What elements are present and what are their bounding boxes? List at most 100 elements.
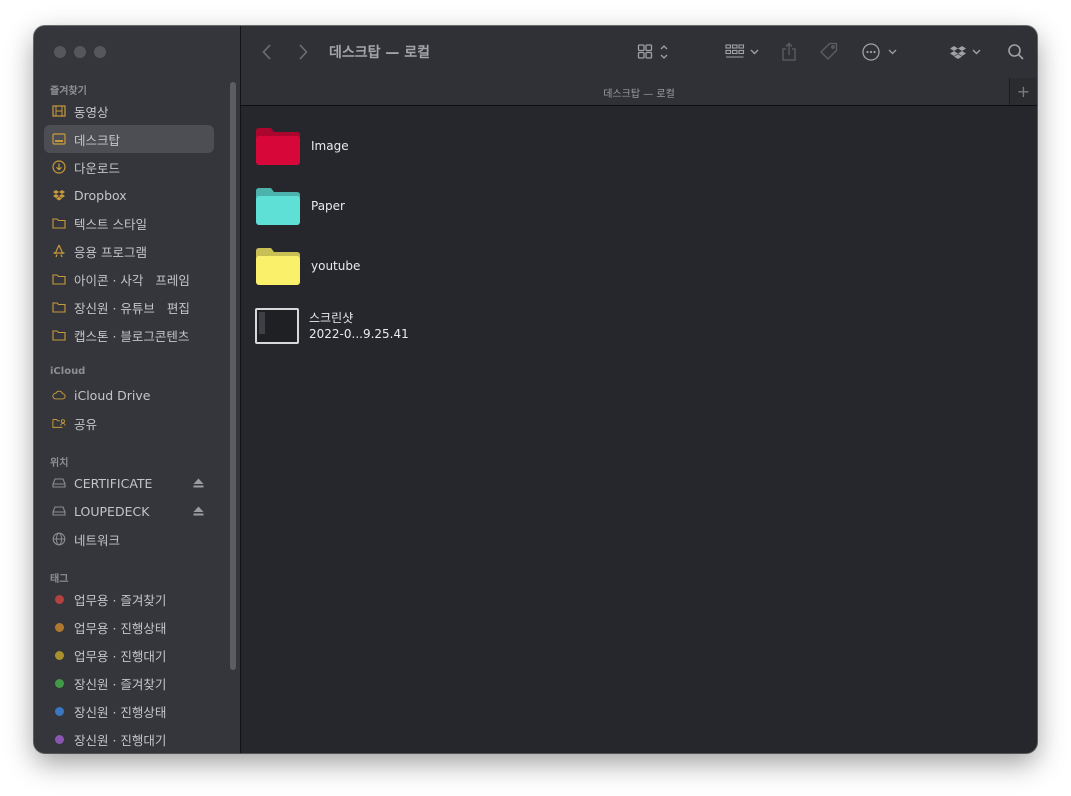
eject-icon[interactable] (193, 476, 204, 491)
section-header-icloud: iCloud (50, 366, 86, 377)
tag-color-dot (52, 676, 66, 690)
search-icon (1008, 44, 1024, 60)
sidebar-item-label: 아이콘 · 사각 프레임 (74, 272, 190, 288)
search-button[interactable] (1007, 40, 1025, 64)
eject-icon[interactable] (193, 504, 204, 519)
sidebar-item-label: 공유 (74, 416, 98, 432)
tag-dot (54, 594, 64, 604)
view-mode-button[interactable] (637, 40, 673, 64)
tag-button[interactable] (819, 40, 839, 64)
sidebar-item-label: 업무용 · 진행대기 (74, 648, 167, 664)
drive-icon (52, 476, 66, 490)
sidebar-item-applications[interactable]: 응용 프로그램 (44, 237, 214, 265)
close-window-button[interactable] (54, 46, 66, 58)
sidebar-item-youtube-edit[interactable]: 장신원 · 유튜브 편집 (44, 293, 214, 321)
group-button[interactable] (725, 40, 763, 64)
tab-title[interactable]: 데스크탑 — 로컬 (241, 85, 1037, 100)
sidebar-tag-item[interactable]: 장신원 · 즐겨찾기 (44, 669, 214, 697)
sidebar-item-label: 텍스트 스타일 (74, 216, 147, 232)
sidebar-tag-item[interactable]: 업무용 · 진행대기 (44, 641, 214, 669)
sidebar-item-label: 데스크탑 (74, 132, 121, 148)
section-header-locations: 위치 (50, 458, 69, 469)
chevron-right-icon (299, 44, 308, 60)
folder-icon (52, 328, 66, 342)
sidebar-item-icon-frame[interactable]: 아이콘 · 사각 프레임 (44, 265, 214, 293)
sidebar-item-label: iCloud Drive (74, 387, 151, 403)
window-controls (54, 46, 106, 58)
share-icon (782, 42, 796, 61)
sidebar-tag-item[interactable]: 업무용 · 진행상태 (44, 613, 214, 641)
section-header-tags: 태그 (50, 574, 69, 585)
sidebar-item-label: 캡스톤 · 블로그콘텐츠 (74, 328, 190, 344)
tag-dot (54, 622, 64, 632)
sidebar-item-label: 동영상 (74, 104, 109, 120)
file-name: 스크린샷 2022-0...9.25.41 (309, 310, 409, 342)
sidebar-item-certificate[interactable]: CERTIFICATE (44, 469, 214, 497)
tab-bar: 데스크탑 — 로컬 + (241, 78, 1037, 106)
download-icon (52, 160, 66, 174)
sidebar-item-dropbox[interactable]: Dropbox (44, 181, 214, 209)
sidebar-item-label: 장신원 · 유튜브 편집 (74, 300, 190, 316)
sidebar-item-shared[interactable]: 공유 (44, 409, 214, 437)
file-item[interactable]: youtube (255, 246, 360, 286)
sidebar-item-icloud-drive[interactable]: iCloud Drive (44, 381, 214, 409)
new-tab-button[interactable]: + (1009, 78, 1037, 105)
folder-icon (52, 272, 66, 286)
sidebar-item-loupedeck[interactable]: LOUPEDECK (44, 497, 214, 525)
cloud-icon (52, 388, 66, 402)
file-list: Image Paper youtube 스크린샷 2022-0...9.25.4… (241, 106, 1037, 753)
sidebar-item-label: 업무용 · 즐겨찾기 (74, 592, 167, 608)
file-item[interactable]: Paper (255, 186, 345, 226)
forward-button[interactable] (297, 40, 309, 64)
sidebar-tag-item[interactable]: 업무용 · 즐겨찾기 (44, 585, 214, 613)
dropbox-toolbar-button[interactable] (949, 40, 983, 64)
back-button[interactable] (261, 40, 273, 64)
file-name: Image (311, 139, 349, 153)
sidebar-item-label: CERTIFICATE (74, 475, 153, 491)
tag-color-dot (52, 704, 66, 718)
file-name-line2: 2022-0...9.25.41 (309, 327, 409, 341)
applications-icon (52, 244, 66, 258)
sidebar-tag-item[interactable]: 장신원 · 진행대기 (44, 725, 214, 753)
screenshot-thumbnail (255, 308, 299, 344)
icon-view-grid-icon (637, 44, 668, 59)
sidebar-scrollbar[interactable] (230, 82, 236, 670)
film-icon (52, 104, 66, 118)
drive-icon (52, 504, 66, 518)
sidebar-item-label: 장신원 · 진행대기 (74, 732, 167, 748)
tag-dot (54, 734, 64, 744)
folder-icon (256, 128, 300, 165)
file-item[interactable]: Image (255, 126, 349, 166)
sidebar-item-capstone-blog[interactable]: 캡스톤 · 블로그콘텐츠 (44, 321, 214, 349)
sidebar-item-movies[interactable]: 동영상 (44, 97, 214, 125)
tag-dot (54, 706, 64, 716)
file-name-line1: 스크린샷 (309, 311, 354, 325)
action-button[interactable] (861, 40, 897, 64)
tag-icon (820, 42, 838, 60)
share-button[interactable] (781, 40, 797, 64)
window-title: 데스크탑 — 로컬 (329, 45, 431, 61)
sidebar-tag-item[interactable]: 장신원 · 진행상태 (44, 697, 214, 725)
sidebar-item-label: 업무용 · 진행상태 (74, 620, 167, 636)
sidebar-item-label: 다운로드 (74, 160, 121, 176)
chevron-left-icon (262, 44, 271, 60)
sidebar-item-label: 응용 프로그램 (74, 244, 147, 260)
sidebar-item-desktop[interactable]: 데스크탑 (44, 125, 214, 153)
tag-color-dot (52, 620, 66, 634)
dropbox-icon (52, 188, 66, 202)
toolbar: 데스크탑 — 로컬 (241, 26, 1037, 78)
folder-icon (256, 188, 300, 225)
more-options-icon (862, 43, 897, 61)
sidebar-item-downloads[interactable]: 다운로드 (44, 153, 214, 181)
sidebar-item-text-style[interactable]: 텍스트 스타일 (44, 209, 214, 237)
zoom-window-button[interactable] (94, 46, 106, 58)
tag-color-dot (52, 648, 66, 662)
tag-dot (54, 678, 64, 688)
shared-folder-icon (52, 416, 66, 430)
file-item[interactable]: 스크린샷 2022-0...9.25.41 (255, 308, 409, 344)
sidebar-item-label: 장신원 · 진행상태 (74, 704, 167, 720)
tag-color-dot (52, 592, 66, 606)
sidebar-item-network[interactable]: 네트워크 (44, 525, 214, 553)
sidebar: 즐겨찾기 동영상 데스크탑 다운로드 Dropbox 텍스트 스타일 응용 프로… (34, 26, 241, 753)
minimize-window-button[interactable] (74, 46, 86, 58)
